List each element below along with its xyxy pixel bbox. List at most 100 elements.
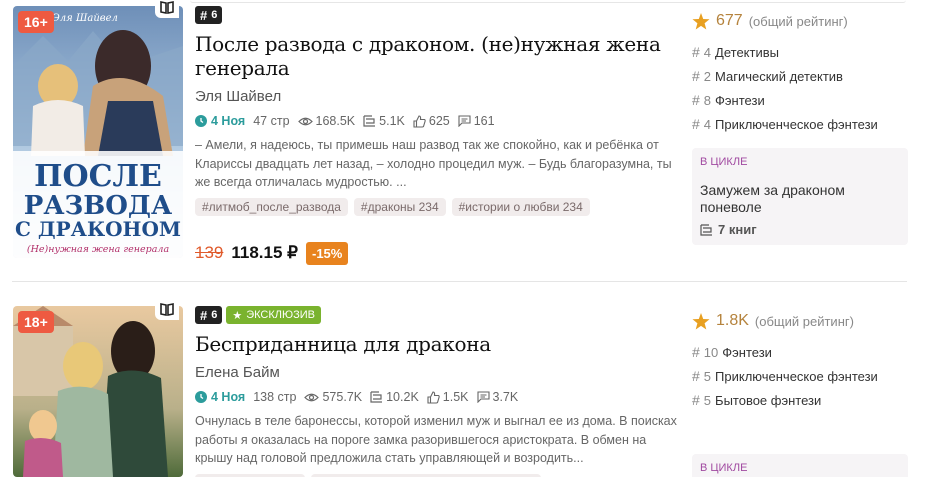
- genre-list: #10 Фэнтези #5 Приключенческое фэнтези #5 Б…: [692, 340, 908, 412]
- update-date: 4 Ноя: [195, 114, 245, 128]
- book-stats: 4 Ноя 47 стр 168.5K 5.1K 625 161: [195, 114, 675, 128]
- tag[interactable]: [195, 473, 305, 477]
- views-stat: 168.5K: [297, 114, 356, 128]
- genre-name: Бытовое фэнтези: [715, 392, 822, 408]
- book-description: – Амели, я надеюсь, ты примешь наш разво…: [195, 138, 672, 189]
- hash-icon: #: [692, 344, 700, 360]
- old-price: 139: [195, 243, 224, 262]
- cover-subtitle: (Не)нужная жена генерала: [27, 244, 170, 255]
- thumbs-up-icon: [413, 114, 426, 128]
- genre-rank: 10: [703, 344, 719, 360]
- cover-art: ПОСЛЕ РАЗВОДА С ДРАКОНОМ (Не)нужная жена…: [13, 6, 183, 258]
- genre-item[interactable]: #2 Магический детектив: [692, 64, 908, 88]
- library-value: 5.1K: [379, 114, 405, 128]
- book-sidebar: 1.8K (общий рейтинг) #10 Фэнтези #5 Приклю…: [692, 312, 908, 477]
- discount-badge: -15%: [305, 241, 349, 265]
- page-count: 47 стр: [253, 114, 290, 128]
- series-label: В цикле: [700, 156, 748, 168]
- book-card: 18+ #6 ★ ЭКСКЛЮЗИВ Бесприданница для драк…: [0, 300, 934, 477]
- comments-value: 161: [473, 114, 495, 128]
- hash-icon: #: [692, 392, 700, 408]
- book-author[interactable]: Эля Шайвел: [195, 88, 675, 105]
- eye-icon: [304, 393, 320, 401]
- genre-rank: 4: [703, 116, 712, 132]
- series-box[interactable]: В цикле: [692, 454, 908, 477]
- likes-value: 1.5K: [442, 390, 469, 404]
- tag[interactable]: #литмоб_после_развода: [195, 197, 348, 216]
- rank-badge: #6: [195, 6, 223, 24]
- series-title[interactable]: Замужем за драконом поневоле: [700, 182, 900, 216]
- date-value: 4 Ноя: [211, 390, 246, 404]
- library-value: 10.2K: [386, 390, 419, 404]
- exclusive-label: ЭКСКЛЮЗИВ: [246, 309, 315, 321]
- books-icon: [700, 223, 712, 236]
- genre-item[interactable]: #8 Фэнтези: [692, 88, 908, 112]
- genre-rank: 4: [703, 44, 712, 60]
- series-count: 7 книг: [700, 222, 900, 237]
- current-price[interactable]: 118.15 ₽: [231, 243, 298, 263]
- card-divider: [12, 281, 907, 282]
- hash-icon: #: [692, 368, 700, 384]
- hash-icon: #: [692, 92, 700, 108]
- genre-item[interactable]: #5 Бытовое фэнтези: [692, 388, 908, 412]
- tag[interactable]: #драконы 234: [353, 197, 446, 216]
- genre-name: Фэнтези: [722, 344, 772, 360]
- update-date: 4 Ноя: [195, 390, 245, 404]
- book-description: Очнулась в теле баронессы, которой измен…: [195, 414, 677, 465]
- series-box[interactable]: В цикле Замужем за драконом поневоле 7 к…: [692, 148, 908, 245]
- rating: 1.8K (общий рейтинг): [692, 312, 908, 330]
- genre-list: #4 Детективы #2 Магический детектив #8 Фэнт…: [692, 40, 908, 136]
- genre-name: Магический детектив: [715, 68, 843, 84]
- tag[interactable]: [311, 473, 541, 477]
- genre-item[interactable]: #5 Приключенческое фэнтези: [692, 364, 908, 388]
- star-icon: [692, 312, 710, 329]
- book-stats: 4 Ноя 138 стр 575.7K 10.2K 1.5K 3.7K: [195, 390, 675, 404]
- genre-rank: 5: [703, 392, 712, 408]
- series-label: В цикле: [700, 462, 748, 474]
- hash-icon: #: [692, 44, 700, 60]
- eye-icon: [297, 117, 313, 125]
- genre-name: Детективы: [715, 44, 779, 60]
- library-stat: 10.2K: [370, 390, 419, 404]
- thumbs-up-icon: [427, 390, 440, 404]
- hash-icon: #: [692, 68, 700, 84]
- hash-icon: #: [692, 116, 700, 132]
- tag-list: [195, 473, 675, 477]
- tag-list: #литмоб_после_развода #драконы 234 #исто…: [195, 197, 675, 216]
- book-card: ПОСЛЕ РАЗВОДА С ДРАКОНОМ (Не)нужная жена…: [0, 0, 934, 280]
- library-icon: [363, 115, 376, 127]
- star-icon: ★: [232, 309, 243, 322]
- likes-value: 625: [428, 114, 450, 128]
- genre-item[interactable]: #10 Фэнтези: [692, 340, 908, 364]
- add-to-library-icon[interactable]: [155, 0, 179, 18]
- likes-stat: 625: [413, 114, 450, 128]
- price-row: 139 118.15 ₽ -15%: [195, 241, 675, 265]
- views-value: 168.5K: [315, 114, 356, 128]
- library-stat: 5.1K: [363, 114, 405, 128]
- book-author[interactable]: Елена Байм: [195, 364, 675, 381]
- age-badge: 18+: [18, 311, 54, 333]
- genre-item[interactable]: #4 Приключенческое фэнтези: [692, 112, 908, 136]
- genre-item[interactable]: #4 Детективы: [692, 40, 908, 64]
- book-info: #6 ★ ЭКСКЛЮЗИВ Бесприданница для дракона …: [195, 306, 677, 477]
- book-cover[interactable]: ПОСЛЕ РАЗВОДА С ДРАКОНОМ (Не)нужная жена…: [13, 6, 183, 258]
- genre-name: Приключенческое фэнтези: [715, 368, 878, 384]
- genre-rank: 2: [703, 68, 712, 84]
- book-title[interactable]: Бесприданница для дракона: [195, 332, 675, 356]
- exclusive-badge: ★ ЭКСКЛЮЗИВ: [226, 306, 321, 324]
- book-title[interactable]: После развода с драконом. (не)нужная жен…: [195, 32, 675, 80]
- add-to-library-icon[interactable]: [155, 300, 179, 320]
- clock-icon: [195, 391, 207, 403]
- comment-icon: [476, 391, 490, 403]
- tag[interactable]: #истории о любви 234: [451, 197, 590, 216]
- cover-author: Эля Шайвел: [52, 13, 118, 24]
- genre-rank: 8: [703, 92, 712, 108]
- comments-stat: 3.7K: [476, 390, 519, 404]
- comments-stat: 161: [458, 114, 495, 128]
- genre-name: Приключенческое фэнтези: [715, 116, 878, 132]
- rank-badge: #6: [195, 306, 223, 324]
- genre-rank: 5: [703, 368, 712, 384]
- book-cover[interactable]: 18+: [13, 306, 183, 477]
- rank-value: 6: [211, 9, 218, 21]
- comments-value: 3.7K: [492, 390, 519, 404]
